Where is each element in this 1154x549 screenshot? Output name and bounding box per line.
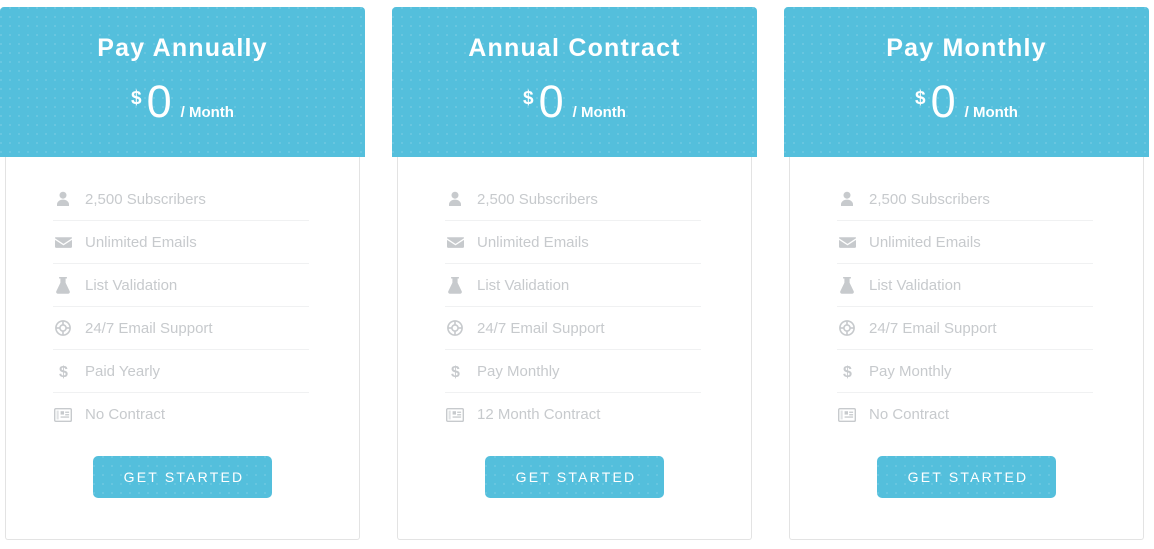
feature-label: 24/7 Email Support [85, 319, 213, 337]
plan-price: $0/ Month [784, 79, 1149, 124]
price-amount: 0 [538, 75, 564, 127]
plan-title: Annual Contract [468, 34, 681, 62]
envelope-icon [837, 233, 857, 251]
price-amount: 0 [146, 75, 172, 127]
feature-label: List Validation [477, 276, 570, 294]
feature-item: 24/7 Email Support [53, 307, 309, 350]
cta-container: GET STARTED [790, 436, 1143, 498]
dollar-sign-icon: $ [445, 362, 465, 380]
feature-label: Unlimited Emails [869, 233, 981, 251]
feature-item: 2,500 Subscribers [445, 178, 701, 221]
feature-item: No Contract [53, 393, 309, 436]
price-amount: 0 [930, 75, 956, 127]
pricing-table: Pay Annually $0/ Month 2,500 Subscribers Un… [0, 0, 1154, 549]
feature-label: Pay Monthly [869, 362, 952, 380]
id-card-icon [837, 406, 857, 424]
user-icon [445, 190, 465, 208]
feature-item: Unlimited Emails [445, 221, 701, 264]
plan-header: Annual Contract $0/ Month [392, 7, 757, 157]
feature-item: 24/7 Email Support [837, 307, 1093, 350]
plan-body: 2,500 Subscribers Unlimited Emails List Va… [5, 157, 360, 540]
price-currency-symbol: $ [915, 87, 926, 109]
feature-label: Paid Yearly [85, 362, 161, 380]
feature-label: No Contract [869, 406, 950, 423]
feature-item: 2,500 Subscribers [837, 178, 1093, 221]
svg-text:$: $ [843, 364, 852, 380]
svg-text:$: $ [451, 364, 460, 380]
flask-icon [837, 276, 857, 294]
id-card-icon [445, 406, 465, 424]
flask-icon [445, 276, 465, 294]
plan-card: Pay Annually $0/ Month 2,500 Subscribers Un… [0, 7, 365, 540]
feature-label: Unlimited Emails [85, 233, 197, 251]
plan-title: Pay Annually [97, 34, 268, 62]
plan-card: Pay Monthly $0/ Month 2,500 Subscribers Unl… [784, 7, 1149, 540]
feature-item: List Validation [837, 264, 1093, 307]
feature-list: 2,500 Subscribers Unlimited Emails List Va… [790, 157, 1143, 436]
life-ring-icon [837, 319, 857, 337]
price-currency-symbol: $ [523, 87, 534, 109]
price-period: / Month [964, 103, 1018, 121]
price-period: / Month [572, 103, 626, 121]
life-ring-icon [445, 319, 465, 337]
feature-item: $ Pay Monthly [837, 350, 1093, 393]
feature-item: No Contract [837, 393, 1093, 436]
plan-body: 2,500 Subscribers Unlimited Emails List Va… [397, 157, 752, 540]
plan-header: Pay Annually $0/ Month [0, 7, 365, 157]
flask-icon [53, 276, 73, 294]
dollar-sign-icon: $ [837, 362, 857, 380]
feature-label: 24/7 Email Support [869, 319, 997, 337]
feature-item: 24/7 Email Support [445, 307, 701, 350]
feature-item: 12 Month Contract [445, 393, 701, 436]
plan-price: $0/ Month [0, 79, 365, 124]
feature-item: Unlimited Emails [837, 221, 1093, 264]
feature-label: Pay Monthly [477, 362, 560, 380]
plan-card: Annual Contract $0/ Month 2,500 Subscriber… [392, 7, 757, 540]
feature-label: List Validation [85, 276, 178, 294]
get-started-button[interactable]: GET STARTED [876, 456, 1057, 498]
envelope-icon [445, 233, 465, 251]
feature-item: $ Pay Monthly [445, 350, 701, 393]
feature-label: 2,500 Subscribers [477, 190, 598, 208]
feature-item: List Validation [53, 264, 309, 307]
feature-item: $ Paid Yearly [53, 350, 309, 393]
feature-label: List Validation [869, 276, 962, 294]
plan-header: Pay Monthly $0/ Month [784, 7, 1149, 157]
life-ring-icon [53, 319, 73, 337]
feature-label: 24/7 Email Support [477, 319, 605, 337]
feature-item: List Validation [445, 264, 701, 307]
envelope-icon [53, 233, 73, 251]
user-icon [53, 190, 73, 208]
feature-item: 2,500 Subscribers [53, 178, 309, 221]
user-icon [837, 190, 857, 208]
feature-label: 2,500 Subscribers [869, 190, 990, 208]
cta-container: GET STARTED [6, 436, 359, 498]
feature-label: No Contract [85, 406, 166, 423]
plan-body: 2,500 Subscribers Unlimited Emails List Va… [789, 157, 1144, 540]
get-started-button[interactable]: GET STARTED [484, 456, 665, 498]
id-card-icon [53, 406, 73, 424]
plan-title: Pay Monthly [886, 34, 1047, 62]
price-currency-symbol: $ [131, 87, 142, 109]
feature-list: 2,500 Subscribers Unlimited Emails List Va… [398, 157, 751, 436]
feature-label: Unlimited Emails [477, 233, 589, 251]
dollar-sign-icon: $ [53, 362, 73, 380]
feature-label: 2,500 Subscribers [85, 190, 206, 208]
price-period: / Month [180, 103, 234, 121]
cta-container: GET STARTED [398, 436, 751, 498]
get-started-button[interactable]: GET STARTED [92, 456, 273, 498]
feature-label: 12 Month Contract [477, 406, 601, 423]
feature-list: 2,500 Subscribers Unlimited Emails List Va… [6, 157, 359, 436]
plan-price: $0/ Month [392, 79, 757, 124]
feature-item: Unlimited Emails [53, 221, 309, 264]
svg-text:$: $ [59, 364, 68, 380]
